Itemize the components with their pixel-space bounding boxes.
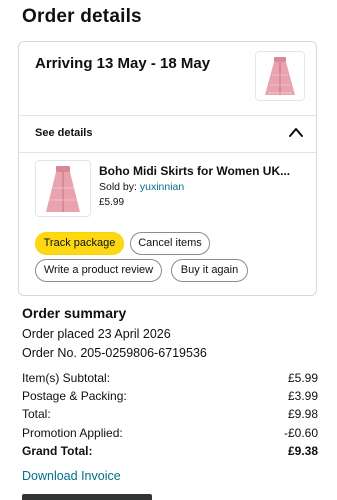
summary-row: Promotion Applied: -£0.60 [22,426,318,444]
summary-row: Total: £9.98 [22,407,318,425]
order-summary-title: Order summary [22,305,127,321]
arrival-window: Arriving 13 May - 18 May [35,55,211,72]
buy-again-button[interactable]: Buy it again [171,259,248,282]
shipment-card: Arriving 13 May - 18 May See details Boh… [18,41,317,296]
write-review-button[interactable]: Write a product review [35,259,162,282]
product-thumbnail[interactable] [35,160,91,217]
summary-row-value: £3.99 [287,389,318,403]
summary-row-value: -£0.60 [283,426,318,440]
see-details-toggle[interactable]: See details [19,116,316,151]
divider [19,152,316,153]
see-details-label: See details [35,127,93,139]
cancel-items-button[interactable]: Cancel items [130,232,210,255]
track-package-button[interactable]: Track package [35,232,124,255]
sold-by: Sold by: yuxinnian [99,181,184,193]
order-details-page: Order details Arriving 13 May - 18 May S… [0,0,337,500]
next-section-heading-cutoff [22,494,152,500]
order-placed-date: Order placed 23 April 2026 [22,327,171,341]
item-price: £5.99 [99,197,125,208]
skirt-image-icon [46,165,80,212]
summary-row-label: Promotion Applied: [22,426,123,440]
grand-total-row: Grand Total: £9.38 [22,444,318,462]
summary-row-label: Item(s) Subtotal: [22,371,111,385]
summary-row-value: £5.99 [287,371,318,385]
summary-row: Postage & Packing: £3.99 [22,389,318,407]
summary-row-label: Postage & Packing: [22,389,127,403]
page-title: Order details [22,6,142,27]
grand-total-label: Grand Total: [22,444,93,458]
skirt-image-icon [265,57,295,95]
product-thumbnail-header[interactable] [255,51,305,101]
product-title-link[interactable]: Boho Midi Skirts for Women UK... [99,164,309,178]
sold-by-label: Sold by: [99,181,137,193]
chevron-up-icon[interactable] [288,126,304,138]
summary-row-label: Total: [22,407,51,421]
order-number: Order No. 205-0259806-6719536 [22,346,207,360]
download-invoice-link[interactable]: Download Invoice [22,469,121,483]
grand-total-value: £9.38 [287,444,318,458]
summary-row: Item(s) Subtotal: £5.99 [22,371,318,389]
shipment-header: Arriving 13 May - 18 May [19,42,316,115]
seller-link[interactable]: yuxinnian [140,181,184,193]
summary-row-value: £9.98 [287,407,318,421]
